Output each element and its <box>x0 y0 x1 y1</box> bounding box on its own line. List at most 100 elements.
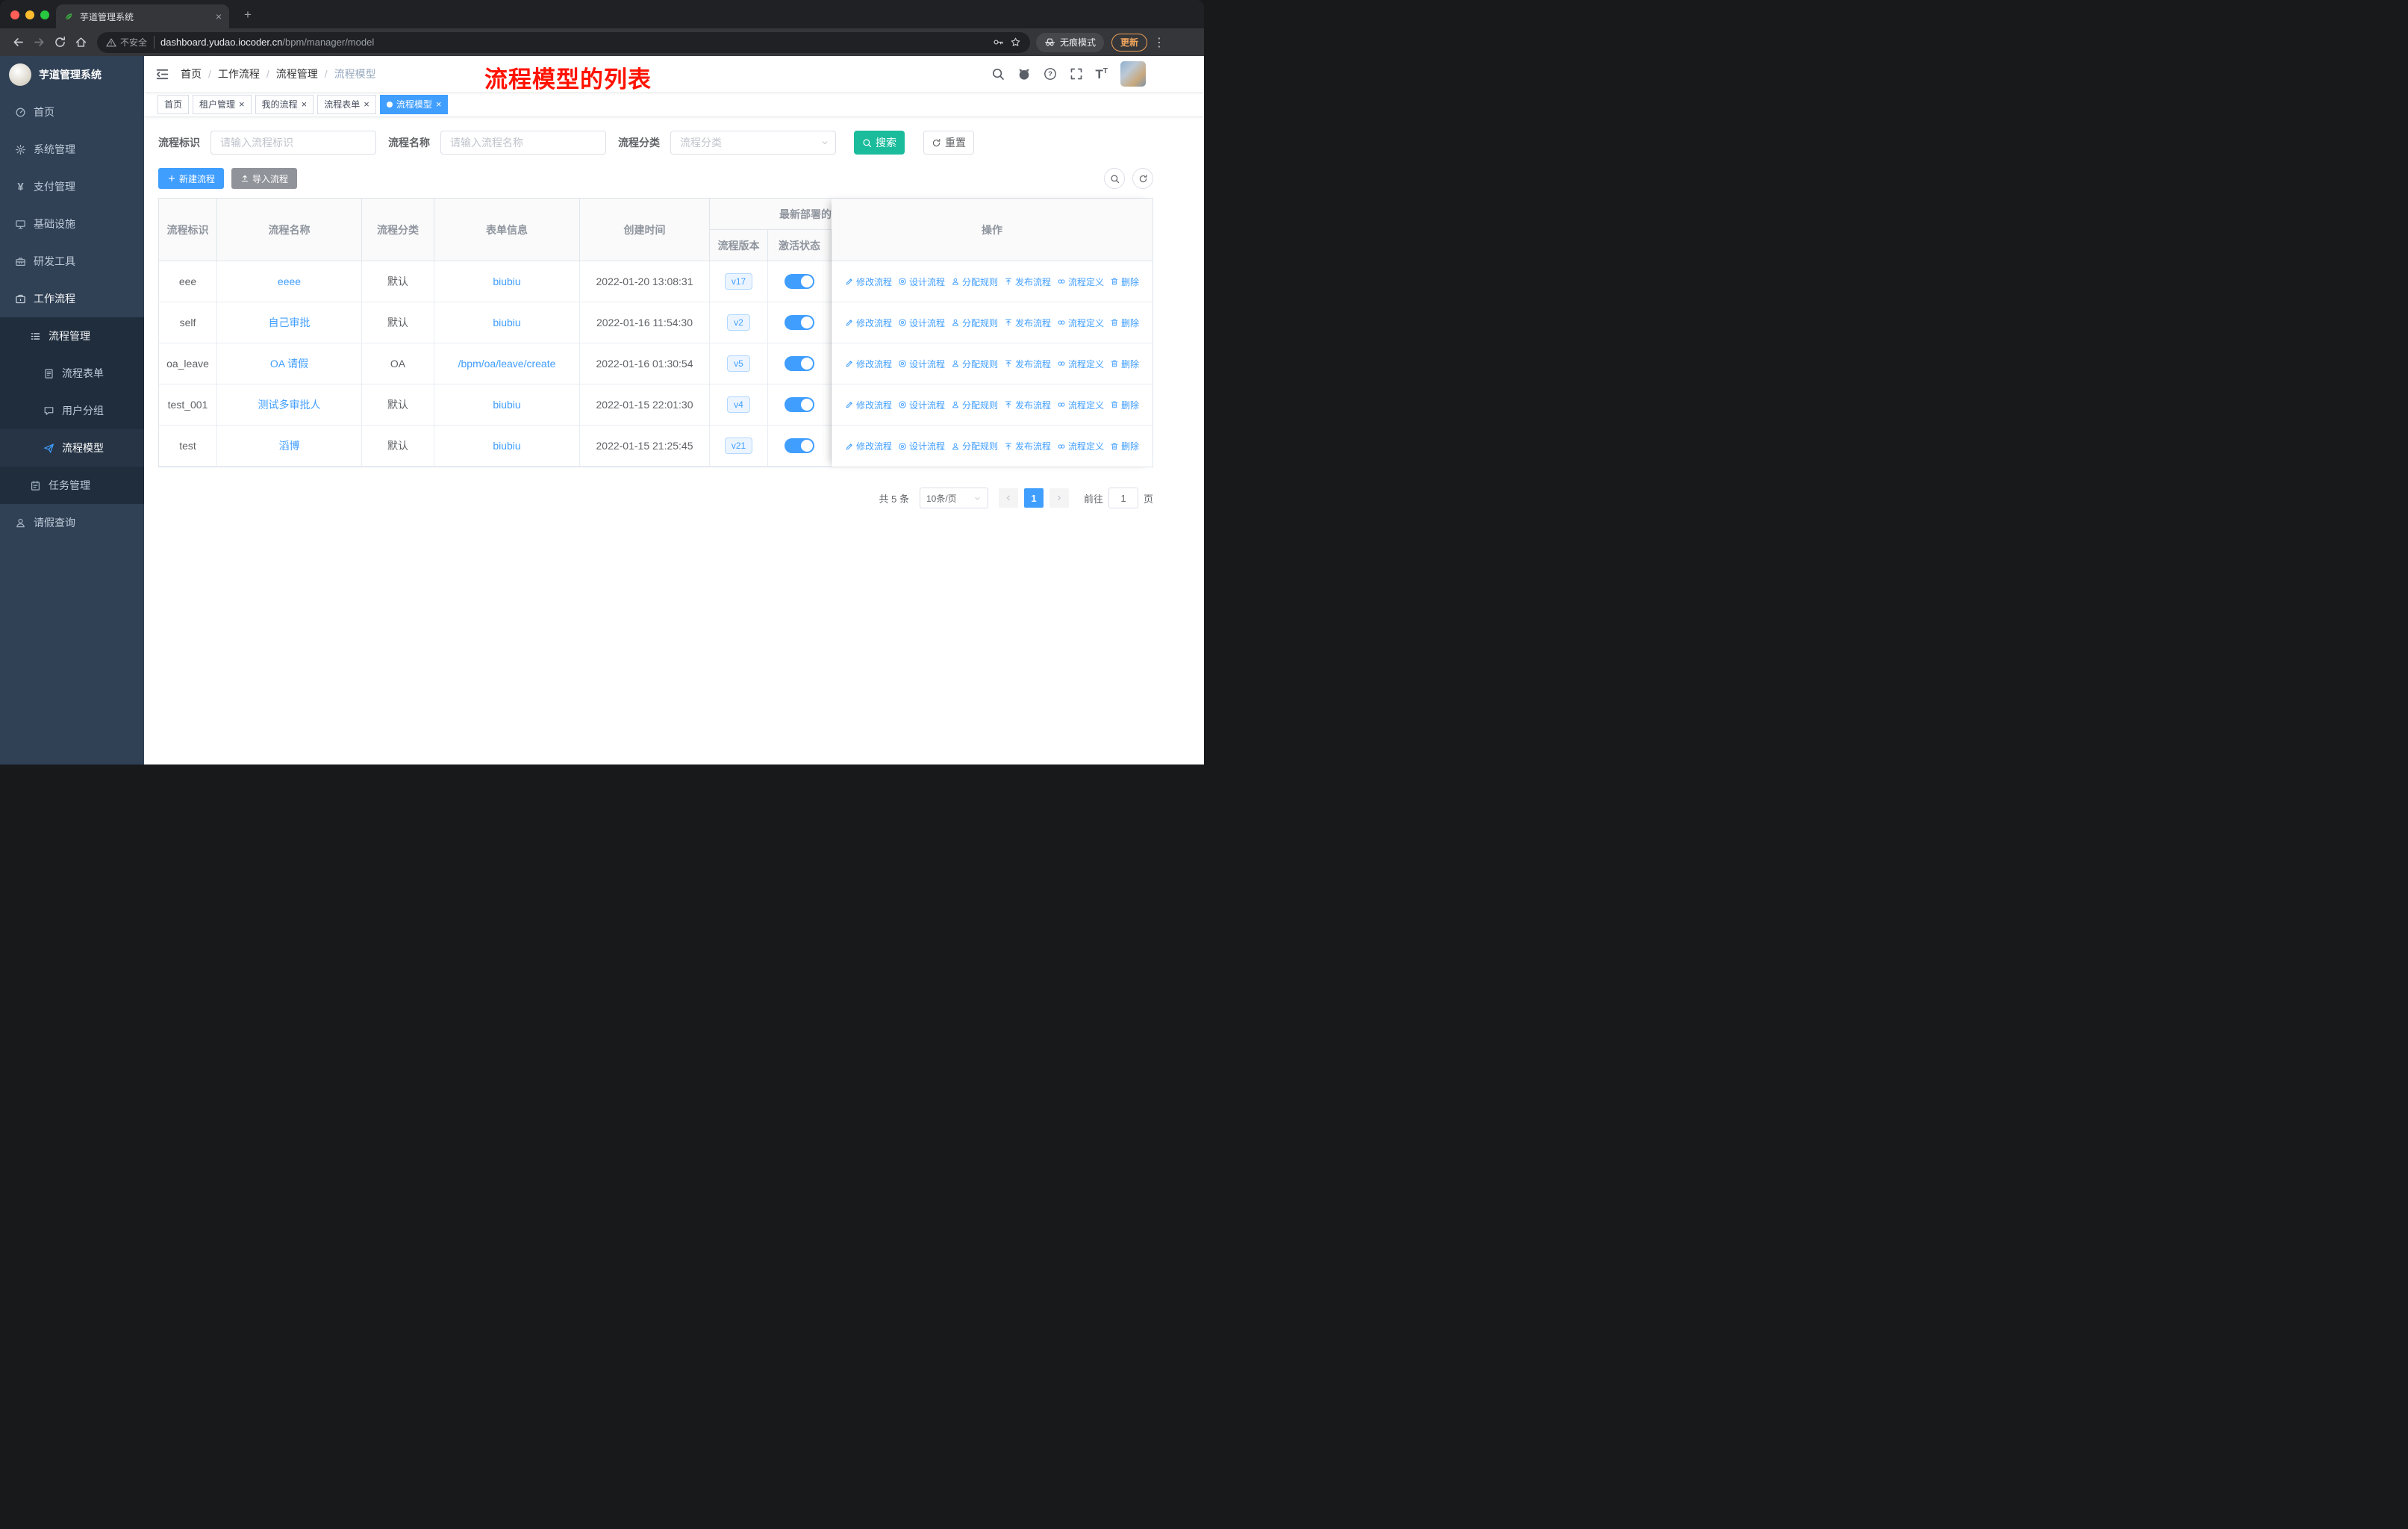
sidebar-toggle-button[interactable] <box>155 67 169 81</box>
publish-process-link[interactable]: 发布流程 <box>1004 358 1051 370</box>
sidebar-item[interactable]: 首页 <box>0 93 144 131</box>
tag-item[interactable]: 流程表单 × <box>317 94 376 114</box>
sidebar-item[interactable]: 任务管理 <box>0 467 144 504</box>
tag-close-icon[interactable]: × <box>302 99 308 109</box>
github-button[interactable] <box>1017 67 1031 81</box>
assign-rule-link[interactable]: 分配规则 <box>951 358 998 370</box>
tag-close-icon[interactable]: × <box>364 99 369 109</box>
page-number-current[interactable]: 1 <box>1023 488 1044 508</box>
form-info-link[interactable]: biubiu <box>493 275 520 287</box>
process-name-link[interactable]: OA 请假 <box>270 358 308 370</box>
bookmark-star-icon[interactable] <box>1010 37 1021 48</box>
delete-link[interactable]: 删除 <box>1110 275 1139 288</box>
breadcrumb-item[interactable]: 流程管理 <box>276 66 318 81</box>
active-toggle[interactable] <box>785 397 814 412</box>
form-info-link[interactable]: biubiu <box>493 317 520 328</box>
breadcrumb-item[interactable]: 工作流程 <box>218 66 260 81</box>
new-tab-button[interactable]: + <box>239 6 257 24</box>
version-badge[interactable]: v5 <box>727 355 750 372</box>
active-toggle[interactable] <box>785 315 814 330</box>
sidebar-item[interactable]: 流程表单 <box>0 355 144 392</box>
assign-rule-link[interactable]: 分配规则 <box>951 275 998 288</box>
create-process-button[interactable]: 新建流程 <box>158 168 225 189</box>
delete-link[interactable]: 删除 <box>1110 317 1139 329</box>
form-info-link[interactable]: biubiu <box>493 399 520 411</box>
breadcrumb-item[interactable]: 首页 <box>181 66 202 81</box>
active-toggle[interactable] <box>785 438 814 453</box>
header-search-button[interactable] <box>991 67 1005 81</box>
forward-button[interactable] <box>28 32 49 53</box>
tab-close-icon[interactable]: × <box>216 10 222 22</box>
next-page-button[interactable]: › <box>1049 488 1069 508</box>
tag-item[interactable]: 首页 <box>157 94 190 114</box>
modify-process-link[interactable]: 修改流程 <box>845 399 892 411</box>
process-definition-link[interactable]: 流程定义 <box>1057 358 1104 370</box>
process-name-input[interactable] <box>440 131 606 155</box>
delete-link[interactable]: 删除 <box>1110 440 1139 452</box>
browser-update-button[interactable]: 更新 <box>1111 33 1147 52</box>
tag-item[interactable]: 租户管理 × <box>193 94 252 114</box>
modify-process-link[interactable]: 修改流程 <box>845 317 892 329</box>
form-info-link[interactable]: /bpm/oa/leave/create <box>458 358 556 370</box>
version-badge[interactable]: v17 <box>724 273 753 290</box>
fullscreen-button[interactable] <box>1070 67 1083 81</box>
process-definition-link[interactable]: 流程定义 <box>1057 275 1104 288</box>
sidebar-item[interactable]: 请假查询 <box>0 504 144 541</box>
tag-close-icon[interactable]: × <box>239 99 245 109</box>
version-badge[interactable]: v21 <box>724 437 753 454</box>
page-size-select[interactable]: 10条/页 <box>919 488 988 508</box>
prev-page-button[interactable]: ‹ <box>998 488 1018 508</box>
modify-process-link[interactable]: 修改流程 <box>845 358 892 370</box>
sidebar-item[interactable]: 研发工具 <box>0 243 144 280</box>
sidebar-item[interactable]: 流程模型 <box>0 429 144 467</box>
sidebar-item[interactable]: 工作流程 <box>0 280 144 317</box>
browser-menu-button[interactable]: ⋮ <box>1153 35 1165 50</box>
window-zoom-button[interactable] <box>40 10 49 19</box>
modify-process-link[interactable]: 修改流程 <box>845 275 892 288</box>
window-close-button[interactable] <box>10 10 19 19</box>
form-info-link[interactable]: biubiu <box>493 440 520 452</box>
password-manager-icon[interactable] <box>993 37 1004 48</box>
process-definition-link[interactable]: 流程定义 <box>1057 399 1104 411</box>
delete-link[interactable]: 删除 <box>1110 399 1139 411</box>
goto-page-input[interactable] <box>1108 488 1138 508</box>
reset-button[interactable]: 重置 <box>923 131 974 155</box>
publish-process-link[interactable]: 发布流程 <box>1004 399 1051 411</box>
process-name-link[interactable]: 测试多审批人 <box>258 399 321 411</box>
publish-process-link[interactable]: 发布流程 <box>1004 317 1051 329</box>
search-submit-button[interactable]: 搜索 <box>854 131 905 155</box>
help-button[interactable]: ? <box>1044 67 1057 81</box>
security-status[interactable]: 不安全 <box>106 36 155 49</box>
refresh-table-button[interactable] <box>1132 168 1153 189</box>
import-process-button[interactable]: 导入流程 <box>231 168 298 189</box>
process-name-link[interactable]: 滔博 <box>279 440 300 452</box>
font-size-button[interactable]: TT <box>1096 68 1108 81</box>
assign-rule-link[interactable]: 分配规则 <box>951 317 998 329</box>
process-id-input[interactable] <box>210 131 376 155</box>
process-name-link[interactable]: 自己审批 <box>269 317 311 328</box>
modify-process-link[interactable]: 修改流程 <box>845 440 892 452</box>
sidebar-item[interactable]: ¥ 支付管理 <box>0 168 144 205</box>
design-process-link[interactable]: 设计流程 <box>898 358 945 370</box>
sidebar-item[interactable]: 流程管理 <box>0 317 144 355</box>
publish-process-link[interactable]: 发布流程 <box>1004 275 1051 288</box>
tag-close-icon[interactable]: × <box>436 99 442 109</box>
version-badge[interactable]: v2 <box>727 314 750 331</box>
active-toggle[interactable] <box>785 274 814 289</box>
category-select[interactable]: 流程分类 <box>670 131 836 155</box>
browser-tab[interactable]: 芋道管理系统 × <box>56 4 229 28</box>
process-name-link[interactable]: eeee <box>278 275 301 287</box>
toggle-search-button[interactable] <box>1104 168 1125 189</box>
process-definition-link[interactable]: 流程定义 <box>1057 440 1104 452</box>
sidebar-item[interactable]: 基础设施 <box>0 205 144 243</box>
tag-item[interactable]: 流程模型 × <box>379 94 449 114</box>
publish-process-link[interactable]: 发布流程 <box>1004 440 1051 452</box>
assign-rule-link[interactable]: 分配规则 <box>951 399 998 411</box>
address-bar[interactable]: 不安全 dashboard.yudao.iocoder.cn/bpm/manag… <box>97 31 1030 53</box>
window-minimize-button[interactable] <box>25 10 34 19</box>
sidebar-item[interactable]: 系统管理 <box>0 131 144 168</box>
tag-item[interactable]: 我的流程 × <box>255 94 314 114</box>
version-badge[interactable]: v4 <box>727 396 750 413</box>
design-process-link[interactable]: 设计流程 <box>898 399 945 411</box>
home-button[interactable] <box>70 32 91 53</box>
